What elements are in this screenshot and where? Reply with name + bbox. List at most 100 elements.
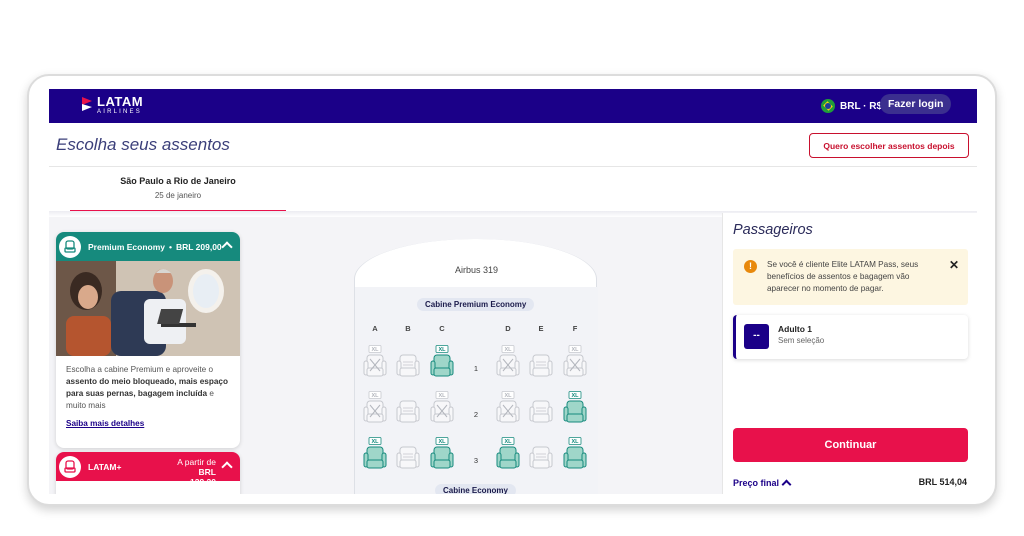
final-price-label: Preço final <box>733 477 780 488</box>
svg-text:XL: XL <box>571 347 579 353</box>
cabin-price-block: A partir de BRL 129,20 <box>174 457 216 487</box>
seat-2c: XL <box>429 391 455 425</box>
available-seat-icon: XL <box>563 391 587 423</box>
passenger-seat-badge: -- <box>744 324 769 349</box>
svg-text:XL: XL <box>371 439 379 445</box>
seat-column-b: B <box>405 324 411 333</box>
device-frame: LATAM AIRLINES BRL · R$ Fazer login Esco… <box>27 74 997 506</box>
cabin-description-highlight: assento do meio bloqueado, mais espaço p… <box>66 377 228 398</box>
seat-row-number: 1 <box>473 364 479 373</box>
chevron-up-icon <box>781 479 792 490</box>
seat-2e <box>528 391 554 425</box>
passengers-title: Passageiros <box>733 222 813 238</box>
seat-column-e: E <box>538 324 544 333</box>
logo-subtitle: AIRLINES <box>97 109 142 115</box>
available-seat-icon: XL <box>496 437 520 469</box>
seat-2b <box>395 391 421 425</box>
app-screen: LATAM AIRLINES BRL · R$ Fazer login Esco… <box>49 89 977 494</box>
seat-3c[interactable]: XL <box>429 437 455 471</box>
seat-column-f: F <box>572 324 578 333</box>
svg-text:XL: XL <box>571 439 579 445</box>
unavailable-seat-icon: XL <box>363 391 387 423</box>
unavailable-seat-icon: XL <box>363 345 387 377</box>
chevron-up-icon[interactable] <box>221 461 233 473</box>
unavailable-seat-icon <box>396 400 420 423</box>
unavailable-seat-icon: XL <box>496 345 520 377</box>
unavailable-seat-icon <box>529 354 553 377</box>
close-icon[interactable]: ✕ <box>949 258 959 272</box>
unavailable-seat-icon <box>529 400 553 423</box>
price-prefix: A partir de <box>177 457 216 467</box>
currency-label: BRL · R$ <box>840 100 883 112</box>
plane-seat-map: Airbus 319 Cabine Premium Economy Cabine… <box>354 239 598 494</box>
tab-route[interactable]: São Paulo a Rio de Janeiro 25 de janeiro <box>70 175 286 212</box>
cabin-photo-illustration <box>56 261 240 356</box>
cabin-premium-label: Cabine Premium Economy <box>417 298 535 311</box>
available-seat-icon: XL <box>563 437 587 469</box>
seat-1a: XL <box>362 345 388 379</box>
svg-text:XL: XL <box>371 393 379 399</box>
divider <box>49 166 977 167</box>
final-price-toggle[interactable]: Preço final <box>733 477 792 490</box>
seat-icon <box>59 235 81 258</box>
passenger-seat-status: Sem seleção <box>778 336 825 345</box>
cabin-name: Premium Economy <box>88 241 165 252</box>
svg-text:XL: XL <box>438 347 446 353</box>
available-seat-icon: XL <box>363 437 387 469</box>
svg-text:XL: XL <box>438 393 446 399</box>
seat-2d: XL <box>495 391 521 425</box>
login-button[interactable]: Fazer login <box>880 94 952 114</box>
unavailable-seat-icon <box>529 446 553 469</box>
svg-text:XL: XL <box>438 439 446 445</box>
seat-1c[interactable]: XL <box>429 345 455 379</box>
seat-3b <box>395 437 421 471</box>
unavailable-seat-icon: XL <box>563 345 587 377</box>
svg-text:XL: XL <box>504 347 512 353</box>
top-navigation-bar: LATAM AIRLINES BRL · R$ Fazer login <box>49 89 977 123</box>
seat-1d: XL <box>495 345 521 379</box>
page-title: Escolha seus assentos <box>56 135 230 154</box>
svg-text:XL: XL <box>371 347 379 353</box>
route-date: 25 de janeiro <box>154 191 202 200</box>
final-price-value: BRL 514,04 <box>918 477 967 487</box>
seat-column-a: A <box>372 324 378 333</box>
seat-1b <box>395 345 421 379</box>
logo-wordmark: LATAM <box>97 94 144 109</box>
cabin-price: BRL 209,00 <box>175 241 222 252</box>
seat-icon <box>59 455 81 478</box>
unavailable-seat-icon <box>396 354 420 377</box>
cabin-card-header[interactable]: Premium Economy • BRL 209,00 <box>56 232 240 261</box>
more-details-link[interactable]: Saiba mais detalhes <box>66 419 230 428</box>
unavailable-seat-icon <box>396 446 420 469</box>
alert-message: Se você é cliente Elite LATAM Pass, seus… <box>767 260 919 293</box>
seat-3d[interactable]: XL <box>495 437 521 471</box>
seat-area: Cabine Premium Economy Cabine Economy A B… <box>355 287 598 494</box>
cabin-card-header[interactable]: LATAM+ A partir de BRL 129,20 <box>56 452 240 487</box>
cabin-card-latam-plus: LATAM+ A partir de BRL 129,20 <box>56 452 240 494</box>
latam-logo-icon <box>82 97 92 111</box>
passengers-panel: Passageiros ! Se você é cliente Elite LA… <box>722 213 977 494</box>
plane-model: Airbus 319 <box>454 265 499 275</box>
svg-text:XL: XL <box>571 393 579 399</box>
warning-icon: ! <box>744 260 757 273</box>
seat-column-c: C <box>439 324 445 333</box>
chevron-up-icon[interactable] <box>221 241 233 253</box>
seat-1f: XL <box>562 345 588 379</box>
choose-seats-later-button[interactable]: Quero escolher assentos depois <box>809 133 969 158</box>
cabin-name: LATAM+ <box>88 461 122 472</box>
unavailable-seat-icon: XL <box>430 391 454 423</box>
seat-3f[interactable]: XL <box>562 437 588 471</box>
passenger-card[interactable]: -- Adulto 1 Sem seleção <box>733 315 968 359</box>
svg-text:XL: XL <box>504 439 512 445</box>
continue-button[interactable]: Continuar <box>733 428 968 462</box>
seat-2a: XL <box>362 391 388 425</box>
seat-row-number: 2 <box>473 410 479 419</box>
cabin-economy-label: Cabine Economy <box>435 484 516 494</box>
seat-row-number: 3 <box>473 456 479 465</box>
seat-2f[interactable]: XL <box>562 391 588 425</box>
brazil-flag-icon <box>821 99 835 113</box>
currency-selector[interactable]: BRL · R$ <box>821 96 882 116</box>
cabin-price: BRL 129,20 <box>190 467 216 487</box>
seat-3a[interactable]: XL <box>362 437 388 471</box>
cabin-description: Escolha a cabine Premium e aproveite o a… <box>56 356 240 412</box>
